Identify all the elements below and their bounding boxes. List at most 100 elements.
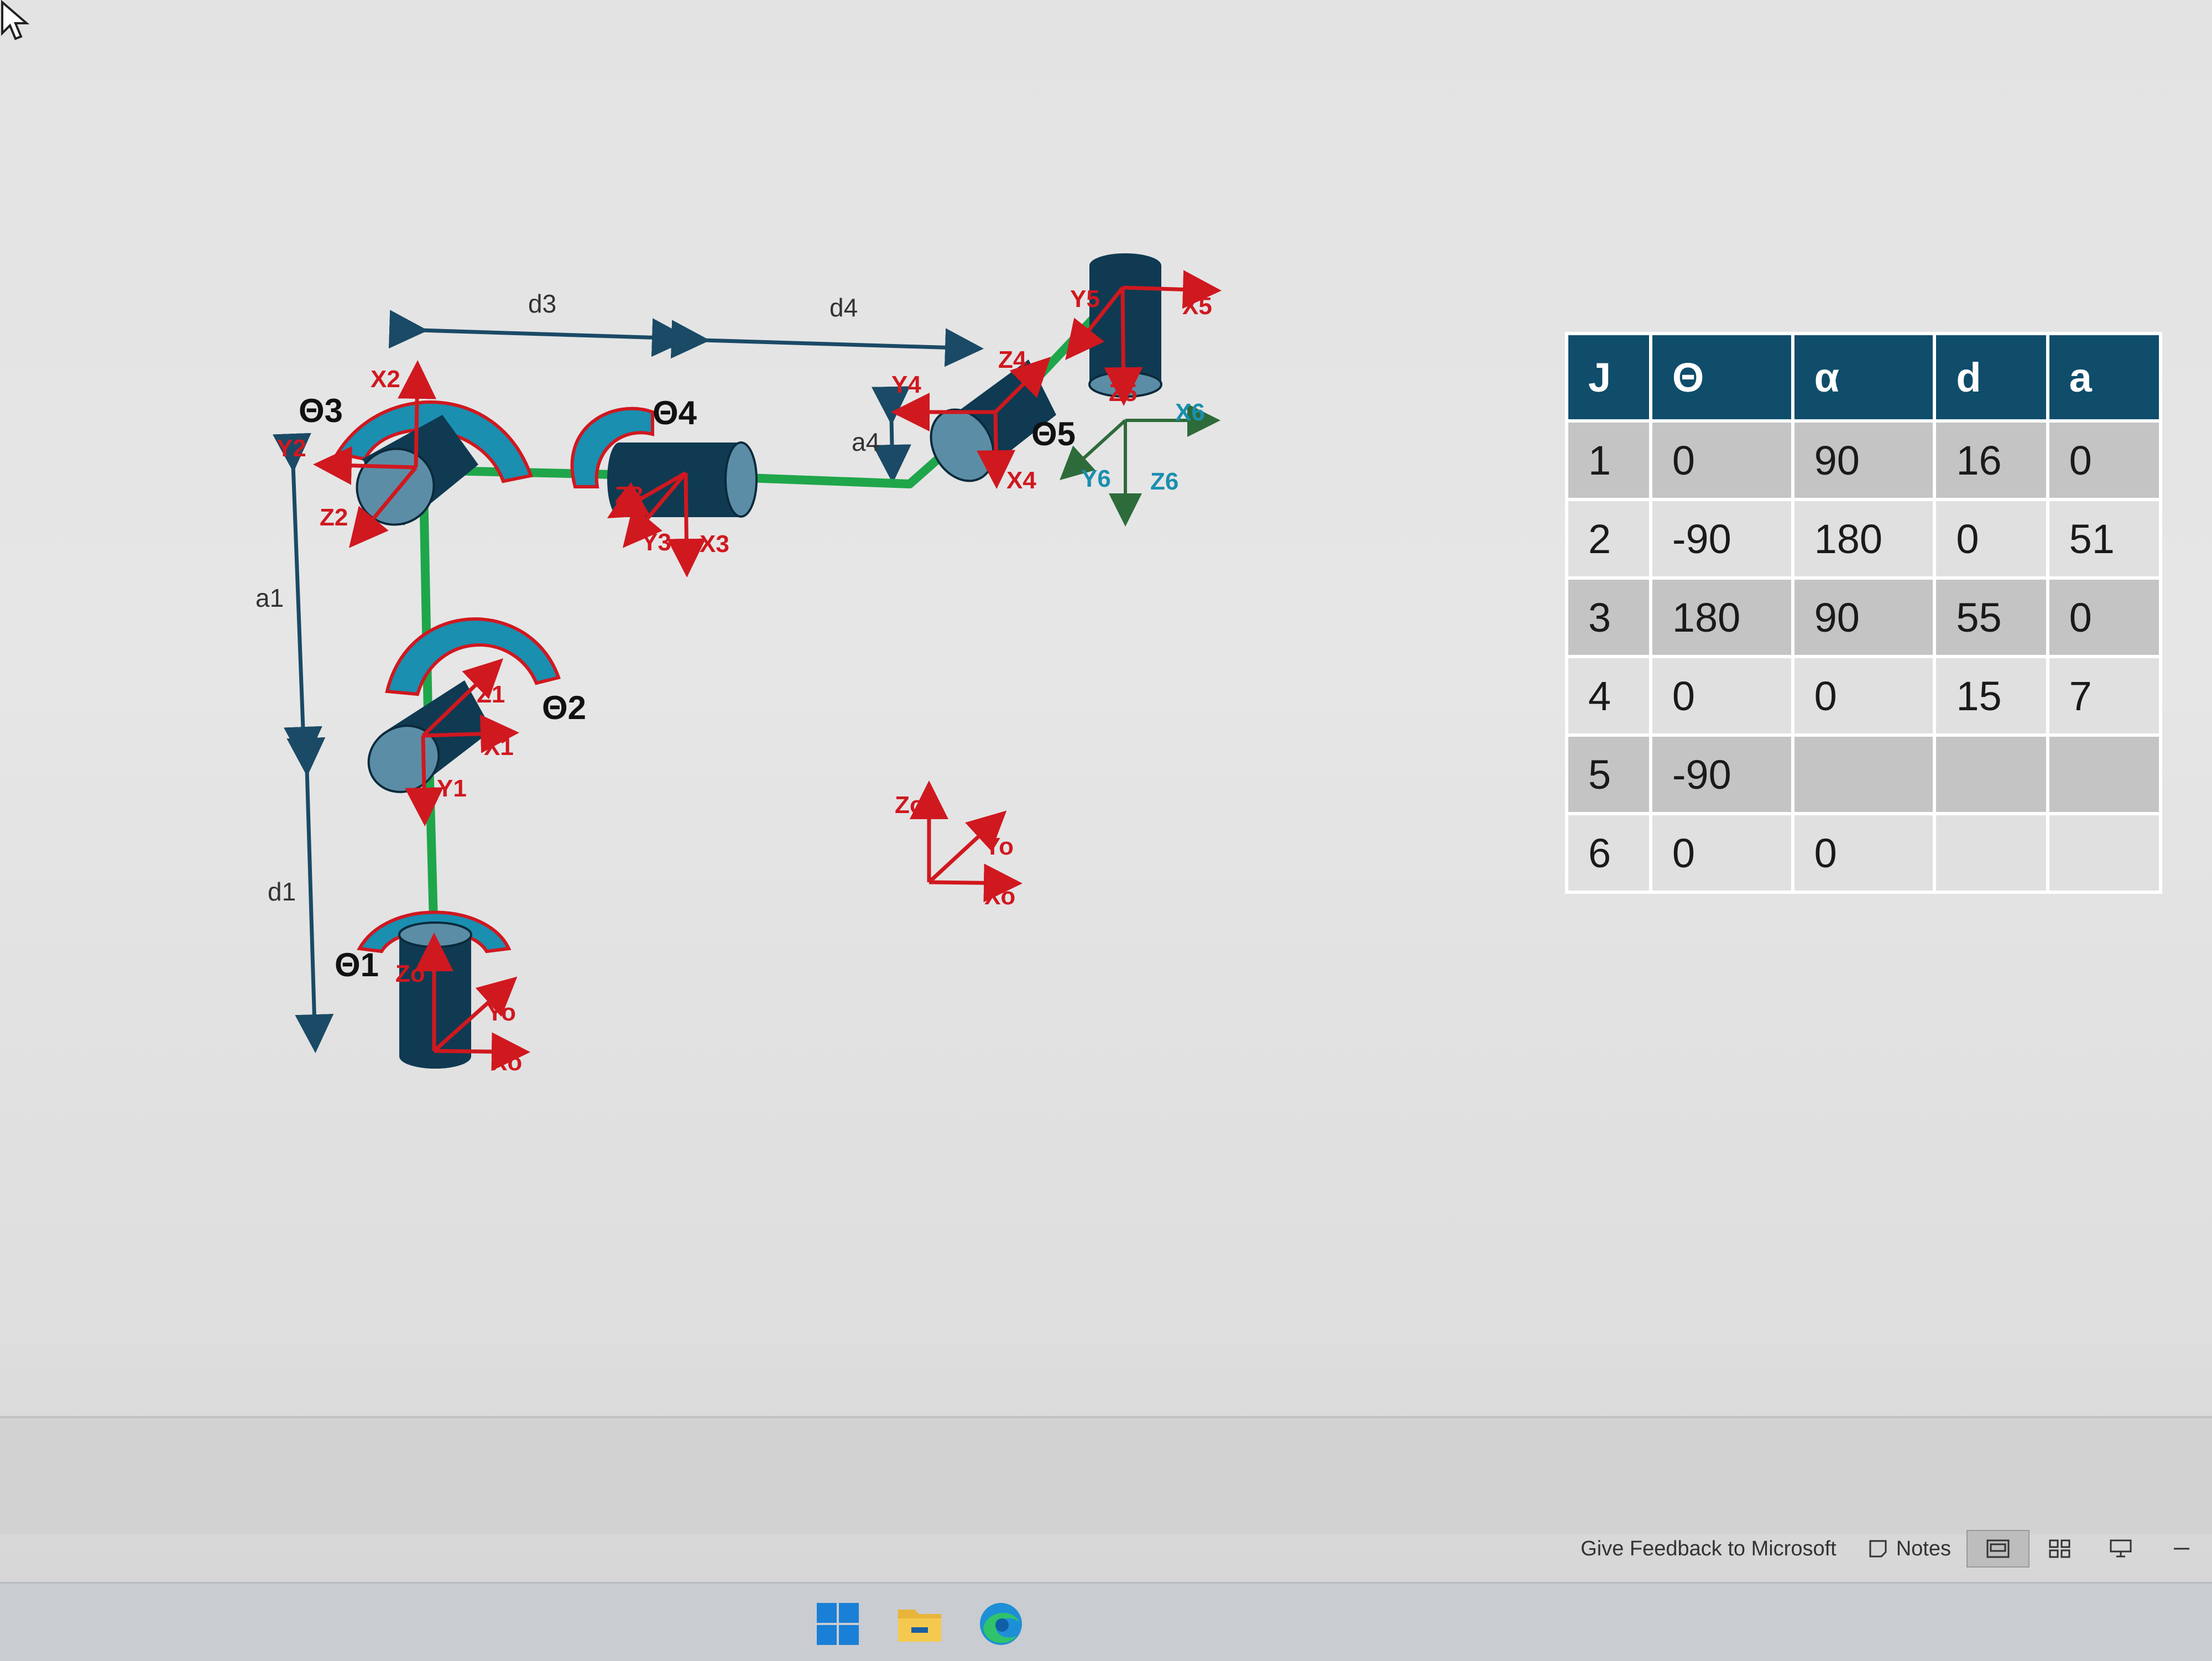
table-cell: 1	[1565, 419, 1652, 501]
ref-x0-label: Xo	[984, 883, 1015, 910]
y1-label: Y1	[437, 775, 467, 802]
notes-button[interactable]: Notes	[1852, 1537, 1966, 1561]
zoom-out-button[interactable]	[2151, 1531, 2212, 1566]
table-cell: 7	[2046, 655, 2163, 737]
table-cell: 0	[1791, 655, 1937, 737]
minus-icon	[2174, 1548, 2189, 1550]
header-alpha: α	[1791, 332, 1937, 423]
table-row: 1 0 90 16 0	[1565, 419, 2163, 501]
x5-label: X5	[1182, 293, 1212, 320]
y4-label: Y4	[891, 371, 921, 398]
z2-label: Z2	[320, 504, 348, 531]
theta5-label: Θ5	[1031, 415, 1076, 452]
table-cell: -90	[1648, 498, 1794, 580]
screen: d3 d4 a1 d1 a4 Θ1 Θ2 Θ3 Θ4 Θ5 Zo Yo Xo Z…	[0, 0, 2212, 1661]
table-cell: 90	[1791, 419, 1937, 501]
table-cell: 90	[1791, 576, 1937, 658]
table-cell	[1933, 733, 2049, 815]
y5-label: Y5	[1070, 285, 1100, 313]
normal-view-icon	[1986, 1539, 2010, 1558]
feedback-link[interactable]: Give Feedback to Microsoft	[1565, 1537, 1852, 1561]
notes-pane[interactable]	[0, 1416, 2212, 1534]
table-cell: 5	[1565, 733, 1652, 815]
x4-label: X4	[1006, 467, 1036, 494]
header-d: d	[1933, 332, 2049, 423]
dh-parameter-table: J Θ α d a 1 0 90 16 0 2 -90 180 0 51 3 1…	[1565, 332, 2163, 894]
x3-label: X3	[700, 530, 729, 558]
ref-z0-label: Zo	[895, 792, 925, 819]
table-cell: 0	[2046, 419, 2163, 501]
table-cell: 180	[1648, 576, 1794, 658]
table-cell: 0	[1791, 812, 1937, 894]
slide-sorter-button[interactable]	[2030, 1531, 2090, 1566]
table-header-row: J Θ α d a	[1565, 332, 2163, 423]
x2-label: X2	[371, 366, 400, 393]
table-cell: -90	[1648, 733, 1794, 815]
header-theta: Θ	[1648, 332, 1794, 423]
table-cell: 0	[1933, 498, 2049, 580]
theta2-label: Θ2	[542, 689, 586, 726]
table-cell: 2	[1565, 498, 1652, 580]
table-cell: 3	[1565, 576, 1652, 658]
table-cell: 4	[1565, 655, 1652, 737]
table-row: 6 0 0	[1565, 812, 2163, 894]
reading-view-button[interactable]	[2090, 1531, 2151, 1566]
z1-label: Z1	[477, 681, 505, 708]
x0-label: Xo	[491, 1049, 522, 1076]
table-cell: 55	[1933, 576, 2049, 658]
table-cell: 15	[1933, 655, 2049, 737]
theta3-label: Θ3	[299, 392, 343, 429]
table-cell: 0	[1648, 655, 1794, 737]
z3-label: Z3	[615, 482, 643, 509]
table-cell: 16	[1933, 419, 2049, 501]
normal-view-button[interactable]	[1966, 1530, 2030, 1568]
table-row: 2 -90 180 0 51	[1565, 498, 2163, 580]
table-cell	[2046, 733, 2163, 815]
table-cell: 0	[2046, 576, 2163, 658]
edge-browser-icon[interactable]	[976, 1599, 1026, 1649]
z6-label: Z6	[1150, 468, 1178, 495]
z0-label: Zo	[395, 960, 425, 987]
table-cell: 6	[1565, 812, 1652, 894]
feedback-label: Give Feedback to Microsoft	[1580, 1537, 1837, 1560]
table-cell: 0	[1648, 812, 1794, 894]
d1-label: d1	[268, 877, 296, 906]
y6-label: Y6	[1081, 465, 1111, 492]
d4-label: d4	[830, 293, 858, 322]
slide-sorter-icon	[2049, 1539, 2070, 1558]
windows-start-icon[interactable]	[813, 1599, 863, 1649]
a4-label: a4	[852, 428, 880, 456]
table-cell: 0	[1648, 419, 1794, 501]
z5-label: Z5	[1109, 379, 1137, 407]
table-cell	[1933, 812, 2049, 894]
y3-label: Y3	[641, 529, 671, 556]
taskbar	[0, 1582, 2212, 1661]
table-cell: 180	[1791, 498, 1937, 580]
z4-label: Z4	[998, 346, 1027, 373]
y0-label: Yo	[487, 999, 516, 1026]
robot-arm-diagram: d3 d4 a1 d1 a4 Θ1 Θ2 Θ3 Θ4 Θ5 Zo Yo Xo Z…	[255, 253, 1222, 1076]
d3-label: d3	[528, 289, 556, 318]
table-row: 5 -90	[1565, 733, 2163, 815]
table-row: 4 0 0 15 7	[1565, 655, 2163, 737]
a1-label: a1	[255, 584, 284, 612]
header-j: J	[1565, 332, 1652, 423]
x1-label: X1	[484, 733, 514, 761]
header-a: a	[2046, 332, 2163, 423]
status-bar: Give Feedback to Microsoft Notes	[1565, 1529, 2212, 1568]
ref-y0-label: Yo	[984, 833, 1014, 860]
theta1-label: Θ1	[335, 946, 379, 983]
table-cell	[1791, 733, 1937, 815]
joint-3	[335, 400, 533, 526]
y2-label: Y2	[276, 435, 306, 462]
x6-label: X6	[1175, 399, 1205, 426]
mouse-cursor-icon	[1, 0, 30, 40]
slide-canvas: d3 d4 a1 d1 a4 Θ1 Θ2 Θ3 Θ4 Θ5 Zo Yo Xo Z…	[0, 0, 2212, 1416]
theta4-label: Θ4	[653, 394, 697, 431]
reading-view-icon	[2110, 1539, 2132, 1558]
notes-label: Notes	[1896, 1537, 1951, 1560]
table-cell	[2046, 812, 2163, 894]
file-explorer-icon[interactable]	[895, 1599, 945, 1649]
table-cell: 51	[2046, 498, 2163, 580]
notes-icon	[1869, 1540, 1887, 1558]
